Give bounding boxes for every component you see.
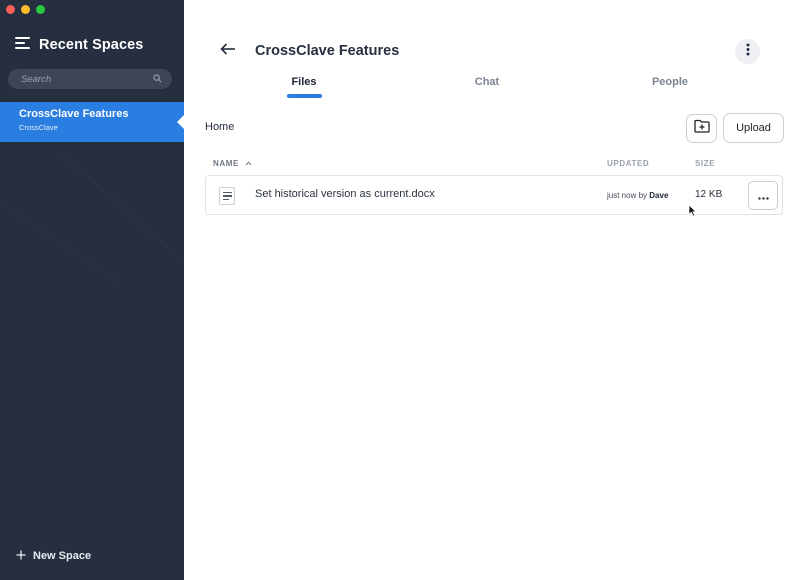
space-item-crossclave-features[interactable]: CrossClave Features CrossClave xyxy=(0,102,184,142)
more-options-button[interactable] xyxy=(735,39,760,64)
tab-bar: Files Chat People xyxy=(184,76,800,100)
sidebar-decoration xyxy=(0,151,184,282)
column-header-size[interactable]: SIZE xyxy=(695,159,715,168)
selected-indicator xyxy=(177,115,184,129)
back-button[interactable] xyxy=(218,42,238,60)
column-header-name[interactable]: NAME xyxy=(213,159,252,168)
sidebar-title: Recent Spaces xyxy=(39,37,144,53)
page-title: CrossClave Features xyxy=(255,43,400,59)
mouse-cursor-icon xyxy=(688,204,697,222)
breadcrumb[interactable]: Home xyxy=(205,121,234,133)
updated-prefix: just now by xyxy=(607,191,648,200)
row-more-button[interactable] xyxy=(748,181,778,210)
file-size: 12 KB xyxy=(695,189,723,200)
active-tab-indicator xyxy=(287,94,322,98)
vertical-dots-icon xyxy=(746,43,750,61)
column-header-name-label: NAME xyxy=(213,159,239,168)
search-icon[interactable] xyxy=(153,70,162,88)
horizontal-dots-icon xyxy=(757,189,769,203)
document-icon xyxy=(219,187,235,205)
close-window-button[interactable] xyxy=(6,5,15,14)
menu-icon[interactable] xyxy=(15,36,31,54)
space-org: CrossClave xyxy=(19,123,58,132)
tab-files[interactable]: Files xyxy=(291,76,316,88)
space-name: CrossClave Features xyxy=(19,108,129,120)
updated-by: Dave xyxy=(649,191,669,200)
sort-ascending-icon xyxy=(245,159,252,168)
column-header-updated[interactable]: UPDATED xyxy=(607,159,649,168)
new-folder-button[interactable] xyxy=(686,114,717,143)
tab-people[interactable]: People xyxy=(652,76,688,88)
upload-button[interactable]: Upload xyxy=(723,113,784,143)
new-space-label: New Space xyxy=(33,550,92,562)
window-controls xyxy=(6,5,45,14)
new-space-button[interactable]: New Space xyxy=(16,547,91,565)
file-name[interactable]: Set historical version as current.docx xyxy=(255,188,435,200)
file-updated: just now by Dave xyxy=(607,191,668,200)
sidebar-header: Recent Spaces xyxy=(15,36,143,54)
search-input[interactable] xyxy=(21,73,141,85)
minimize-window-button[interactable] xyxy=(21,5,30,14)
sidebar: Recent Spaces CrossClave Features CrossC… xyxy=(0,0,184,580)
folder-plus-icon xyxy=(693,119,710,138)
plus-icon xyxy=(16,547,26,565)
maximize-window-button[interactable] xyxy=(36,5,45,14)
tab-chat[interactable]: Chat xyxy=(475,76,499,88)
main-panel: CrossClave Features Files Chat People Ho… xyxy=(184,0,800,580)
arrow-left-icon xyxy=(220,42,236,60)
search-box xyxy=(8,69,172,89)
